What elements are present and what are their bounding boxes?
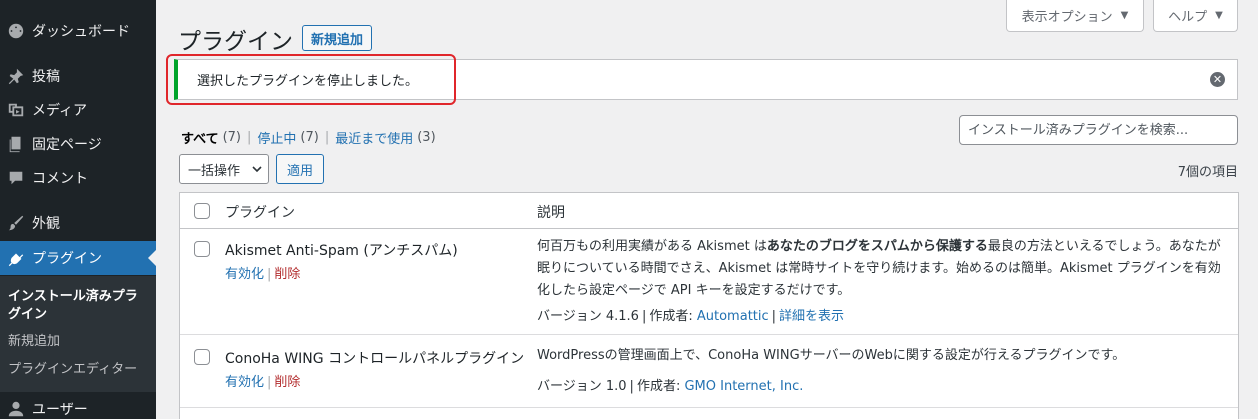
menu-appearance-label: 外観 xyxy=(32,216,60,232)
action-separator: | xyxy=(267,375,272,390)
menu-plugins-label: プラグイン xyxy=(32,251,102,267)
bulk-action-label: 一括操作 xyxy=(188,163,241,179)
menu-posts-label: 投稿 xyxy=(32,69,60,85)
menu-pages-label: 固定ページ xyxy=(32,137,102,153)
menu-media[interactable]: メディア xyxy=(0,93,156,127)
filter-recently-active[interactable]: 最近まで使用 xyxy=(335,128,413,147)
help-label: ヘルプ xyxy=(1168,10,1208,25)
column-header-description: 説明 xyxy=(537,205,565,221)
menu-plugins[interactable]: プラグイン xyxy=(0,241,156,275)
chevron-down-icon xyxy=(252,166,262,173)
menu-users-label: ユーザー xyxy=(32,402,88,418)
action-separator: | xyxy=(267,267,272,282)
caret-down-icon: ▼ xyxy=(1120,10,1129,21)
submenu-installed-plugins[interactable]: インストール済みプラグイン xyxy=(8,288,150,324)
dismiss-icon[interactable]: ✕ xyxy=(1210,72,1225,87)
pin-icon xyxy=(6,66,26,86)
plugin-meta: バージョン 1.0 | 作成者: GMO Internet, Inc. xyxy=(537,375,803,394)
author-link[interactable]: Automattic xyxy=(697,309,769,324)
plugin-status-filters: すべて (7) | 停止中 (7) | 最近まで使用 (3) xyxy=(181,128,436,147)
help-button[interactable]: ヘルプ ▼ xyxy=(1153,0,1238,32)
menu-dashboard-label: ダッシュボード xyxy=(32,24,130,40)
row-checkbox[interactable] xyxy=(194,349,210,365)
table-row: Akismet Anti-Spam (アンチスパム) 有効化 | 削除 何百万もの利… xyxy=(180,229,1238,335)
filter-all[interactable]: すべて xyxy=(181,128,219,147)
activate-link[interactable]: 有効化 xyxy=(225,375,264,390)
dashboard-icon xyxy=(6,21,26,41)
description-bold-text: あなたのブログをスパムから保護する xyxy=(766,239,988,254)
menu-comments-label: コメント xyxy=(32,171,88,187)
menu-dashboard[interactable]: ダッシュボード xyxy=(0,14,156,48)
plugin-description: 何百万もの利用実績がある Akismet はあなたのブログをスパムから保護する最… xyxy=(537,236,1227,302)
row-actions: 有効化 | 削除 xyxy=(225,263,300,282)
meta-separator: | xyxy=(641,309,647,324)
filter-separator: | xyxy=(324,130,330,145)
plugin-search-input[interactable] xyxy=(959,115,1238,145)
bulk-action-select[interactable]: 一括操作 xyxy=(179,154,269,184)
plugin-icon xyxy=(6,248,26,268)
menu-appearance[interactable]: 外観 xyxy=(0,206,156,240)
plugin-version: バージョン 1.0 xyxy=(537,379,627,394)
screen-options-button[interactable]: 表示オプション ▼ xyxy=(1006,0,1144,32)
plugin-description: WordPressの管理画面上で、ConoHa WINGサーバーのWebに関する… xyxy=(537,348,1126,363)
users-icon xyxy=(6,399,26,419)
author-link[interactable]: GMO Internet, Inc. xyxy=(684,379,803,394)
author-label: 作成者: xyxy=(636,379,681,394)
author-label: 作成者: xyxy=(649,309,693,324)
plugins-submenu: インストール済みプラグイン 新規追加 プラグインエディター xyxy=(0,276,156,392)
comment-icon xyxy=(6,168,26,188)
filter-separator: | xyxy=(247,130,252,145)
menu-media-label: メディア xyxy=(32,103,88,119)
meta-separator: | xyxy=(771,309,777,324)
plugin-name: ConoHa WING コントロールパネルプラグイン xyxy=(225,351,525,367)
table-row: ConoHa WING コントロールパネルプラグイン 有効化 | 削除 WordPr… xyxy=(180,335,1238,408)
filter-recent-count: (3) xyxy=(417,130,436,145)
filter-inactive-count: (7) xyxy=(300,130,319,145)
admin-sidebar: ダッシュボード 投稿 メディア 固定ページ コメント 外観 プラグイン インスト… xyxy=(0,0,156,419)
apply-button[interactable]: 適用 xyxy=(276,154,325,184)
highlight-box xyxy=(166,54,456,105)
menu-pages[interactable]: 固定ページ xyxy=(0,127,156,161)
plugin-meta: バージョン 4.1.6 | 作成者: Automattic | 詳細を表示 xyxy=(537,305,844,324)
description-text: 何百万もの利用実績がある Akismet は xyxy=(537,239,767,254)
brush-icon xyxy=(6,213,26,233)
filter-all-count: (7) xyxy=(222,130,241,145)
row-checkbox[interactable] xyxy=(194,241,210,257)
delete-link[interactable]: 削除 xyxy=(274,267,300,282)
plugin-name: Akismet Anti-Spam (アンチスパム) xyxy=(225,243,458,259)
plugins-table: プラグイン 説明 Akismet Anti-Spam (アンチスパム) 有効化 |… xyxy=(179,192,1239,419)
meta-separator: | xyxy=(629,379,634,394)
filter-inactive[interactable]: 停止中 xyxy=(257,128,296,147)
screen-options-label: 表示オプション xyxy=(1021,10,1113,25)
media-icon xyxy=(6,100,26,120)
menu-posts[interactable]: 投稿 xyxy=(0,59,156,93)
column-header-plugin: プラグイン xyxy=(225,205,295,221)
submenu-plugin-editor[interactable]: プラグインエディター xyxy=(8,361,150,379)
add-new-button[interactable]: 新規追加 xyxy=(302,25,373,51)
items-count: 7個の項目 xyxy=(1177,165,1238,180)
caret-down-icon: ▼ xyxy=(1215,10,1223,21)
pages-icon xyxy=(6,134,26,154)
submenu-add-new[interactable]: 新規追加 xyxy=(8,333,150,351)
menu-comments[interactable]: コメント xyxy=(0,161,156,195)
delete-link[interactable]: 削除 xyxy=(274,375,300,390)
page-title: プラグイン xyxy=(178,29,293,55)
table-header: プラグイン 説明 xyxy=(180,193,1238,229)
view-details-link[interactable]: 詳細を表示 xyxy=(779,309,844,324)
menu-users[interactable]: ユーザー xyxy=(0,392,156,419)
activate-link[interactable]: 有効化 xyxy=(225,267,264,282)
row-actions: 有効化 | 削除 xyxy=(225,371,300,390)
select-all-checkbox[interactable] xyxy=(194,203,210,219)
plugin-version: バージョン 4.1.6 xyxy=(537,309,639,324)
